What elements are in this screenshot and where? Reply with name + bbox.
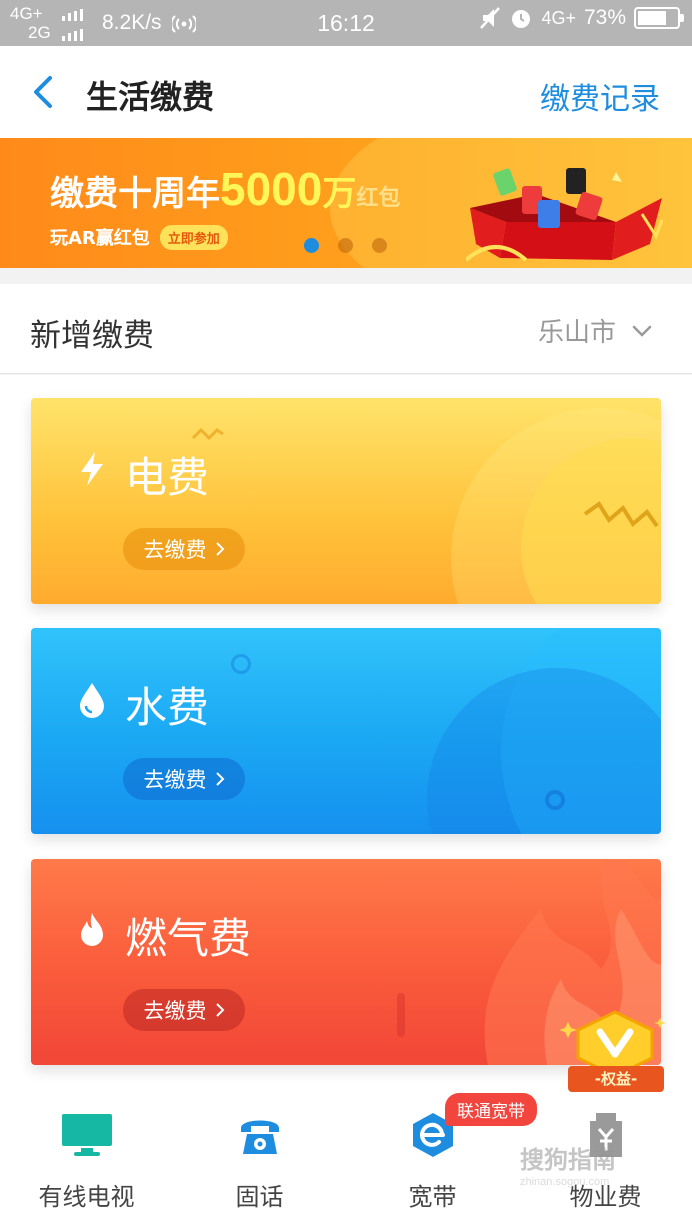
carousel-dots bbox=[304, 238, 387, 253]
battery-percent: 73% bbox=[583, 6, 626, 29]
city-selector[interactable]: 乐山市 bbox=[538, 312, 652, 349]
mute-icon bbox=[480, 7, 501, 29]
nav-label-landline: 固话 bbox=[235, 1183, 284, 1211]
service-landline[interactable]: 固话 bbox=[173, 1111, 346, 1212]
pay-button-label: 去缴费 bbox=[143, 538, 207, 562]
card-decoration bbox=[427, 668, 661, 834]
broadband-badge: 联通宽带 bbox=[445, 1093, 537, 1126]
electricity-card[interactable]: 电费 去缴费 bbox=[31, 398, 661, 604]
banner-subtitle: 玩AR赢红包 bbox=[50, 228, 150, 249]
nav-label-broadband: 宽带 bbox=[408, 1183, 457, 1211]
water-pay-button[interactable]: 去缴费 bbox=[123, 758, 245, 800]
banner-headline: 缴费十周年5000万红包 bbox=[50, 162, 400, 216]
network-type-right: 4G+ bbox=[541, 8, 576, 28]
status-bar: 4G+ 2G 8.2K/s 16:12 4G+ 73% bbox=[0, 0, 692, 46]
flame-icon bbox=[81, 913, 103, 946]
carousel-dot-2[interactable] bbox=[338, 238, 353, 253]
chevron-right-icon bbox=[215, 772, 224, 786]
carousel-dot-3[interactable] bbox=[372, 238, 387, 253]
chevron-right-icon bbox=[215, 1003, 224, 1017]
gas-pay-button[interactable]: 去缴费 bbox=[123, 989, 245, 1031]
back-arrow-icon[interactable] bbox=[26, 72, 60, 112]
banner-text-1: 缴费十周年 bbox=[50, 174, 220, 214]
zigzag-decoration bbox=[191, 427, 224, 441]
nav-label-cable-tv: 有线电视 bbox=[38, 1183, 135, 1211]
pay-button-label: 去缴费 bbox=[143, 999, 207, 1023]
watermark-sub: zhinan.sogou.com bbox=[520, 1176, 610, 1188]
header: 生活缴费 缴费记录 bbox=[0, 46, 692, 138]
card-decoration bbox=[397, 993, 405, 1037]
chevron-right-icon bbox=[215, 542, 224, 556]
service-cable-tv[interactable]: 有线电视 bbox=[0, 1111, 173, 1212]
banner-text-3: 红包 bbox=[356, 186, 401, 211]
payment-records-link[interactable]: 缴费记录 bbox=[540, 74, 660, 118]
pay-button-label: 去缴费 bbox=[143, 768, 207, 792]
water-title: 水费 bbox=[125, 683, 210, 732]
banner-text-2: 万 bbox=[322, 174, 357, 214]
new-payment-section: 新增缴费 乐山市 bbox=[0, 284, 692, 374]
alarm-icon bbox=[512, 10, 531, 28]
city-name: 乐山市 bbox=[537, 318, 616, 348]
carousel-dot-1[interactable] bbox=[304, 238, 319, 253]
bubble-decoration bbox=[545, 790, 565, 810]
gas-title: 燃气费 bbox=[125, 914, 252, 963]
section-title: 新增缴费 bbox=[30, 318, 154, 354]
rights-badge[interactable]: -权益- bbox=[559, 1008, 670, 1108]
water-card[interactable]: 水费 去缴费 bbox=[31, 628, 661, 834]
banner-amount: 5000 bbox=[220, 163, 323, 215]
tv-icon bbox=[61, 1114, 112, 1156]
zigzag-decoration bbox=[583, 501, 659, 528]
red-packet-gift-box-icon bbox=[466, 168, 664, 262]
electricity-pay-button[interactable]: 去缴费 bbox=[123, 528, 245, 570]
chevron-down-icon bbox=[632, 325, 652, 337]
battery-icon bbox=[634, 7, 684, 29]
service-broadband[interactable]: 宽带 bbox=[346, 1111, 519, 1212]
banner-cta-button[interactable]: 立即参加 bbox=[159, 224, 228, 250]
banner-subline: 玩AR赢红包 立即参加 bbox=[50, 224, 228, 250]
electricity-title: 电费 bbox=[125, 453, 210, 502]
water-drop-icon bbox=[80, 683, 104, 718]
telephone-icon bbox=[240, 1120, 279, 1154]
lightning-icon bbox=[81, 452, 103, 486]
rights-badge-label: -权益- bbox=[568, 1066, 664, 1092]
promo-banner[interactable]: 缴费十周年5000万红包 玩AR赢红包 立即参加 bbox=[0, 138, 692, 268]
page-title: 生活缴费 bbox=[86, 78, 215, 116]
watermark: 搜狗指南 bbox=[520, 1146, 616, 1174]
bubble-decoration bbox=[231, 654, 251, 674]
